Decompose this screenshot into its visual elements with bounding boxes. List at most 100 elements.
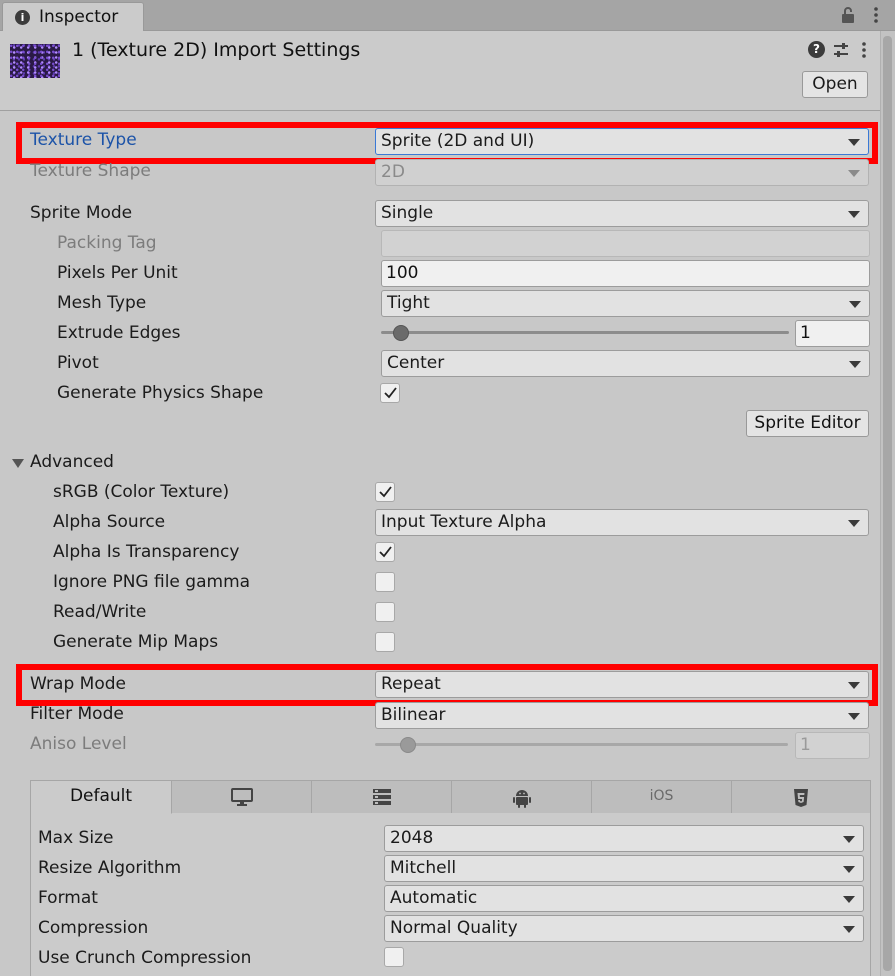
platform-tabs: Default iOS xyxy=(31,781,870,814)
format-dropdown[interactable]: Automatic xyxy=(384,885,864,912)
texture-shape-dropdown: 2D xyxy=(375,159,869,186)
page-title: 1 (Texture 2D) Import Settings xyxy=(72,39,361,61)
alpha-source-dropdown[interactable]: Input Texture Alpha xyxy=(375,509,869,536)
help-icon[interactable]: ? xyxy=(808,41,825,58)
texture-shape-label: Texture Shape xyxy=(30,161,151,181)
server-icon xyxy=(372,789,391,805)
read-write-checkbox[interactable] xyxy=(375,602,395,622)
window-tab-bar: i Inspector xyxy=(0,0,895,31)
inspector-header: 1 (Texture 2D) Import Settings ? Open xyxy=(0,31,880,111)
aniso-level-field: 1 xyxy=(795,732,870,759)
dropdown-arrow-icon xyxy=(848,520,860,527)
tab-standalone[interactable] xyxy=(172,781,312,813)
dropdown-arrow-icon xyxy=(848,682,860,689)
scrollbar-thumb[interactable] xyxy=(883,36,892,971)
ignore-png-gamma-label: Ignore PNG file gamma xyxy=(53,572,251,592)
dropdown-arrow-icon xyxy=(843,926,855,933)
srgb-label: sRGB (Color Texture) xyxy=(53,482,230,502)
tab-default-label: Default xyxy=(69,786,133,806)
max-size-label: Max Size xyxy=(38,828,114,848)
generate-mip-maps-label: Generate Mip Maps xyxy=(53,632,219,652)
android-icon xyxy=(512,790,531,808)
dropdown-arrow-icon xyxy=(848,170,860,177)
alpha-is-transparency-label: Alpha Is Transparency xyxy=(53,542,240,562)
dropdown-arrow-icon xyxy=(848,713,860,720)
pixels-per-unit-label: Pixels Per Unit xyxy=(57,263,178,283)
dropdown-arrow-icon xyxy=(849,301,861,308)
resize-algorithm-label: Resize Algorithm xyxy=(38,858,182,878)
compression-label: Compression xyxy=(38,918,149,938)
alpha-source-value: Input Texture Alpha xyxy=(381,512,547,532)
tab-ios[interactable]: iOS xyxy=(592,781,732,813)
checkmark-icon xyxy=(379,486,392,498)
mesh-type-dropdown[interactable]: Tight xyxy=(381,290,870,317)
use-crunch-compression-checkbox[interactable] xyxy=(384,947,404,967)
lock-icon[interactable] xyxy=(840,6,856,24)
aniso-level-slider-thumb xyxy=(400,737,417,753)
advanced-foldout-label[interactable]: Advanced xyxy=(30,452,114,472)
compression-dropdown[interactable]: Normal Quality xyxy=(384,915,864,942)
tab-default[interactable]: Default xyxy=(31,781,172,814)
srgb-checkbox[interactable] xyxy=(375,482,395,502)
resize-algorithm-dropdown[interactable]: Mitchell xyxy=(384,855,864,882)
tab-server[interactable] xyxy=(312,781,452,813)
generate-mip-maps-checkbox[interactable] xyxy=(375,632,395,652)
extrude-edges-value: 1 xyxy=(800,323,811,343)
kebab-menu-icon[interactable] xyxy=(868,6,884,24)
texture-type-label: Texture Type xyxy=(30,130,137,150)
texture-type-value: Sprite (2D and UI) xyxy=(381,131,535,151)
dropdown-arrow-icon xyxy=(843,836,855,843)
foldout-arrow-icon[interactable] xyxy=(12,459,24,468)
wrap-mode-dropdown[interactable]: Repeat xyxy=(375,671,869,698)
monitor-icon xyxy=(230,788,253,806)
dropdown-arrow-icon xyxy=(843,896,855,903)
filter-mode-label: Filter Mode xyxy=(30,704,124,724)
format-label: Format xyxy=(38,888,98,908)
extrude-edges-label: Extrude Edges xyxy=(57,323,181,343)
aniso-level-slider-track xyxy=(375,743,788,746)
packing-tag-field xyxy=(381,230,870,257)
pivot-label: Pivot xyxy=(57,353,99,373)
alpha-is-transparency-checkbox[interactable] xyxy=(375,542,395,562)
alpha-source-label: Alpha Source xyxy=(53,512,166,532)
sprite-mode-value: Single xyxy=(381,203,434,223)
filter-mode-dropdown[interactable]: Bilinear xyxy=(375,702,869,729)
texture-type-dropdown[interactable]: Sprite (2D and UI) xyxy=(375,128,869,155)
dropdown-arrow-icon xyxy=(843,866,855,873)
extrude-edges-slider-track[interactable] xyxy=(381,331,789,334)
max-size-value: 2048 xyxy=(390,828,434,848)
extrude-edges-field[interactable]: 1 xyxy=(795,320,870,347)
generate-physics-shape-checkbox[interactable] xyxy=(380,383,400,403)
sprite-mode-label: Sprite Mode xyxy=(30,203,133,223)
pivot-dropdown[interactable]: Center xyxy=(381,350,870,377)
info-icon: i xyxy=(15,10,30,25)
wrap-mode-label: Wrap Mode xyxy=(30,674,126,694)
tab-android[interactable] xyxy=(452,781,592,813)
mesh-type-label: Mesh Type xyxy=(57,293,147,313)
generate-physics-shape-label: Generate Physics Shape xyxy=(57,383,264,403)
aniso-level-label: Aniso Level xyxy=(30,734,127,754)
dropdown-arrow-icon xyxy=(848,139,860,146)
html5-icon xyxy=(794,789,808,807)
max-size-dropdown[interactable]: 2048 xyxy=(384,825,864,852)
mesh-type-value: Tight xyxy=(387,293,430,313)
extrude-edges-slider-thumb[interactable] xyxy=(393,325,410,341)
open-button[interactable]: Open xyxy=(802,71,868,98)
format-value: Automatic xyxy=(390,888,478,908)
sprite-mode-dropdown[interactable]: Single xyxy=(375,200,869,227)
wrap-mode-value: Repeat xyxy=(381,674,441,694)
import-settings-panel: Texture Type Sprite (2D and UI) Texture … xyxy=(0,111,880,976)
pixels-per-unit-value: 100 xyxy=(386,263,419,283)
tab-webgl[interactable] xyxy=(732,781,870,813)
pivot-value: Center xyxy=(387,353,445,373)
presets-icon[interactable] xyxy=(832,41,850,59)
pixels-per-unit-field[interactable]: 100 xyxy=(381,260,870,287)
sprite-editor-button[interactable]: Sprite Editor xyxy=(746,410,869,437)
checkmark-icon xyxy=(384,387,397,399)
texture-shape-value: 2D xyxy=(381,162,405,182)
resize-algorithm-value: Mitchell xyxy=(390,858,457,878)
tab-inspector[interactable]: i Inspector xyxy=(2,2,144,31)
ignore-png-gamma-checkbox[interactable] xyxy=(375,572,395,592)
aniso-level-value: 1 xyxy=(800,735,811,755)
header-kebab-icon[interactable] xyxy=(856,41,872,59)
